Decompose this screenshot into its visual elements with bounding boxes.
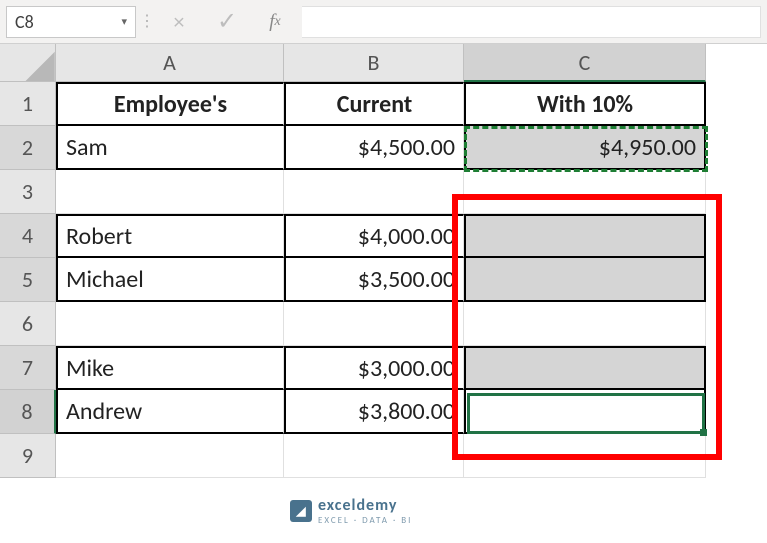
cell-B7[interactable]: $3,000.00 — [284, 346, 464, 390]
col-header-C[interactable]: C — [464, 44, 706, 82]
cell-B6[interactable] — [284, 302, 464, 346]
row-header-3[interactable]: 3 — [0, 170, 56, 214]
cell-A3[interactable] — [56, 170, 284, 214]
row-headers: 1 2 3 4 5 6 7 8 9 — [0, 82, 56, 478]
cell-A5[interactable]: Michael — [56, 258, 284, 302]
row-header-8[interactable]: 8 — [0, 390, 56, 434]
cell-C3[interactable] — [464, 170, 706, 214]
name-box[interactable]: C8 ▾ — [6, 6, 136, 38]
row-header-4[interactable]: 4 — [0, 214, 56, 258]
name-box-value: C8 — [15, 11, 34, 33]
cell-B2[interactable]: $4,500.00 — [284, 126, 464, 170]
check-icon: ✓ — [206, 6, 248, 38]
col-header-A[interactable]: A — [56, 44, 284, 82]
cell-B3[interactable] — [284, 170, 464, 214]
cell-C7[interactable] — [464, 346, 706, 390]
col-header-B[interactable]: B — [284, 44, 464, 82]
cell-B8[interactable]: $3,800.00 — [284, 390, 464, 434]
row-header-2[interactable]: 2 — [0, 126, 56, 170]
cell-B5[interactable]: $3,500.00 — [284, 258, 464, 302]
cell-C4[interactable] — [464, 214, 706, 258]
cell-A9[interactable] — [56, 434, 284, 478]
cell-B9[interactable] — [284, 434, 464, 478]
row-header-7[interactable]: 7 — [0, 346, 56, 390]
cancel-icon: × — [158, 6, 200, 38]
cell-A6[interactable] — [56, 302, 284, 346]
select-all-corner[interactable] — [0, 44, 56, 82]
row-header-9[interactable]: 9 — [0, 434, 56, 478]
cell-B1[interactable]: Current — [284, 82, 464, 126]
cell-C8[interactable] — [464, 390, 706, 434]
cell-A4[interactable]: Robert — [56, 214, 284, 258]
column-headers: A B C — [56, 44, 706, 82]
cell-C1[interactable]: With 10% — [464, 82, 706, 126]
cell-A8[interactable]: Andrew — [56, 390, 284, 434]
watermark-brand: exceldemy — [318, 496, 412, 515]
cell-A1[interactable]: Employee's — [56, 82, 284, 126]
watermark-tagline: EXCEL · DATA · BI — [318, 515, 412, 526]
row-header-6[interactable]: 6 — [0, 302, 56, 346]
cell-B4[interactable]: $4,000.00 — [284, 214, 464, 258]
cell-A2[interactable]: Sam — [56, 126, 284, 170]
formula-bar: C8 ▾ ⋮ × ✓ fx — [0, 0, 767, 44]
cell-C6[interactable] — [464, 302, 706, 346]
cell-A7[interactable]: Mike — [56, 346, 284, 390]
row-header-1[interactable]: 1 — [0, 82, 56, 126]
cells-area: Employee's Current With 10% Sam $4,500.0… — [56, 82, 706, 478]
row-header-5[interactable]: 5 — [0, 258, 56, 302]
watermark: ◢ exceldemy EXCEL · DATA · BI — [290, 496, 412, 526]
cell-C9[interactable] — [464, 434, 706, 478]
logo-icon: ◢ — [290, 500, 312, 522]
chevron-down-icon[interactable]: ▾ — [121, 15, 127, 28]
cell-C2[interactable]: $4,950.00 — [464, 126, 706, 170]
cell-C5[interactable] — [464, 258, 706, 302]
fx-icon[interactable]: fx — [254, 6, 296, 38]
drag-handle-icon[interactable]: ⋮ — [142, 21, 152, 23]
formula-input[interactable] — [302, 6, 761, 38]
